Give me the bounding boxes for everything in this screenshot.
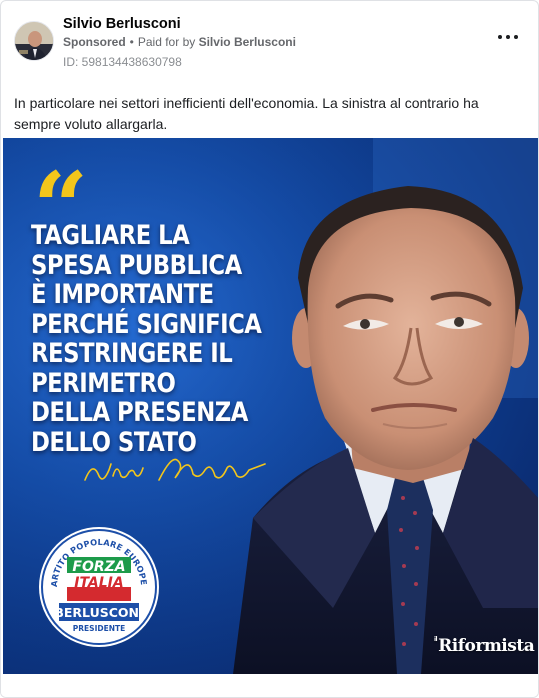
- more-horizontal-icon-dot: [506, 35, 510, 39]
- quote-line-3: È IMPORTANTE: [31, 279, 214, 310]
- quote-line-5: RESTRINGERE IL: [31, 338, 233, 369]
- more-options-button[interactable]: [498, 31, 518, 43]
- forza-italia-logo: PARTITO POPOLARE EUROPEO FORZA ITALIA BE…: [37, 525, 159, 647]
- quote-line-2: SPESA PUBBLICA: [31, 250, 242, 281]
- sponsored-meta: Sponsored • Paid for by Silvio Berlusconi: [63, 35, 296, 49]
- paid-for-prefix: Paid for by: [137, 35, 196, 49]
- logo-leader-name: BERLUSCONI: [54, 605, 143, 620]
- author-avatar[interactable]: [14, 21, 54, 61]
- quote-line-7: DELLA PRESENZA: [31, 397, 248, 428]
- more-horizontal-icon-dot: [514, 35, 518, 39]
- publisher-watermark-prefix: il: [434, 636, 438, 643]
- logo-role: PRESIDENTE: [73, 624, 125, 633]
- quote-line-1: TAGLIARE LA: [31, 220, 190, 251]
- card-footer-space: [1, 674, 538, 697]
- logo-party-line-1: FORZA: [72, 559, 125, 575]
- sponsored-label: Sponsored: [63, 35, 126, 49]
- publisher-watermark: ilRiformista: [434, 636, 535, 656]
- sponsored-post-card: Silvio Berlusconi Sponsored • Paid for by …: [0, 0, 539, 698]
- post-body-text: In particolare nei settori inefficienti …: [14, 95, 479, 132]
- ad-image[interactable]: “ TAGLIARE LA SPESA PUBBLICA È IMPORTANT…: [3, 138, 538, 674]
- meta-separator: •: [129, 35, 134, 49]
- signature-image: [84, 458, 266, 481]
- logo-party-line-2: ITALIA: [74, 575, 123, 591]
- more-horizontal-icon: [498, 35, 502, 39]
- ad-id: ID: 598134438630798: [63, 55, 182, 69]
- quote-line-4: PERCHÉ SIGNIFICA: [31, 309, 262, 340]
- author-name[interactable]: Silvio Berlusconi: [63, 16, 181, 32]
- publisher-watermark-text: Riformista: [438, 636, 535, 656]
- paid-for-by-name: Silvio Berlusconi: [198, 35, 296, 49]
- quote-line-6: PERIMETRO: [31, 368, 176, 399]
